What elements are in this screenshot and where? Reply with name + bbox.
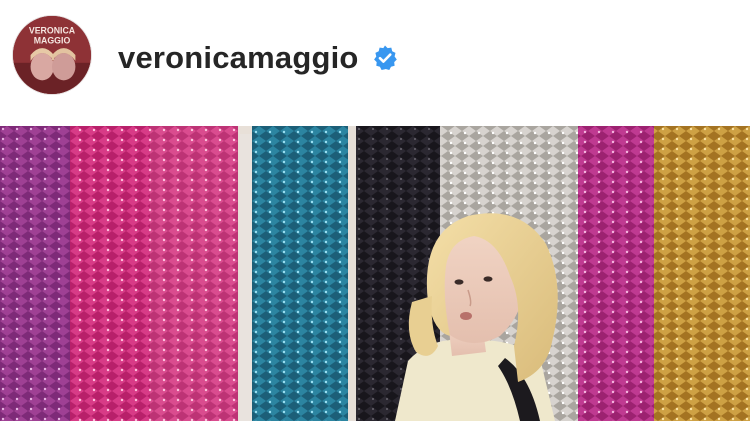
verified-badge-icon: [373, 45, 397, 70]
tinsel-strand-gold: [654, 126, 750, 421]
tinsel-strand-magenta-2: [138, 126, 238, 421]
avatar-logo-line2: MAGGIO: [34, 35, 71, 45]
username-row: veronicamaggio: [118, 38, 399, 78]
avatar-image: VERONICA MAGGIO: [13, 16, 91, 94]
post-photo: [0, 126, 750, 421]
post-image[interactable]: [0, 126, 750, 421]
tinsel-strand-teal: [252, 126, 348, 421]
post-header: VERONICA MAGGIO veronicamaggio: [0, 0, 750, 122]
tinsel-strand-fuchsia: [578, 126, 656, 421]
avatar[interactable]: VERONICA MAGGIO: [12, 15, 92, 95]
username-link[interactable]: veronicamaggio: [118, 40, 359, 76]
avatar-logo-line1: VERONICA: [29, 26, 76, 36]
